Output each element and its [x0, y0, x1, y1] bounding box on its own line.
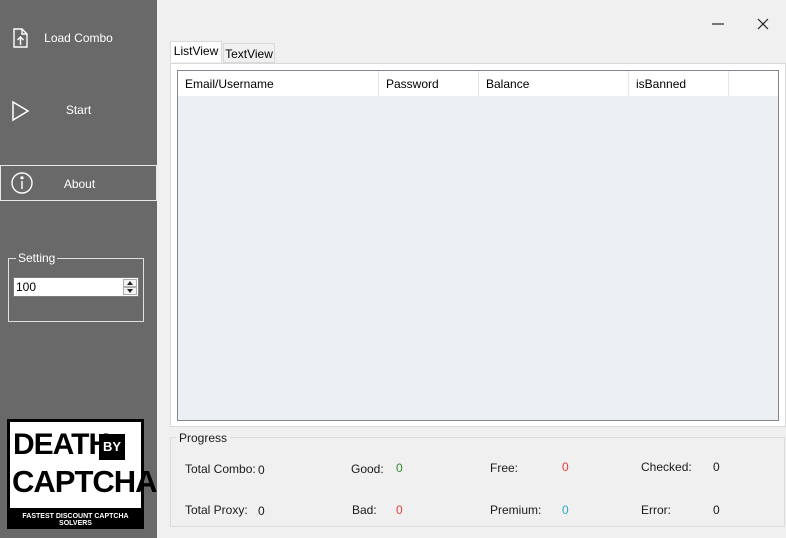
bad-label: Bad:	[352, 503, 377, 517]
column-password[interactable]: Password	[379, 71, 479, 96]
total-combo-label: Total Combo:	[185, 462, 256, 476]
checked-label: Checked:	[641, 460, 692, 474]
listview-header: Email/Username Password Balance isBanned	[178, 71, 778, 96]
logo-line1: DEATH	[13, 428, 110, 461]
sidebar: Load Combo Start About Setting 100 DEATH…	[0, 0, 158, 538]
about-button[interactable]: About	[0, 165, 157, 201]
logo-tagline: FASTEST DISCOUNT CAPTCHA SOLVERS	[22, 513, 129, 527]
start-button[interactable]: Start	[0, 93, 157, 129]
logo-line2: CAPTCHA	[12, 464, 158, 499]
setting-legend: Setting	[16, 251, 58, 265]
caret-down-icon	[127, 289, 133, 293]
error-label: Error:	[641, 503, 671, 517]
total-combo-value: 0	[258, 463, 265, 477]
caret-up-icon	[127, 281, 133, 285]
premium-value: 0	[562, 503, 569, 517]
deathbycaptcha-logo: DEATH BY CAPTCHA FASTEST DISCOUNT CAPTCH…	[7, 419, 158, 529]
setting-value-input[interactable]	[16, 279, 120, 295]
tab-listview[interactable]: ListView	[170, 41, 222, 62]
total-proxy-label: Total Proxy:	[185, 503, 248, 517]
tab-textview-label: TextView	[225, 47, 273, 61]
spin-up-button[interactable]	[123, 279, 137, 287]
minimize-button[interactable]	[706, 12, 730, 36]
close-icon	[757, 18, 769, 30]
logo-by: BY	[99, 434, 125, 460]
about-label: About	[63, 177, 96, 191]
results-listview[interactable]: Email/Username Password Balance isBanned	[177, 70, 779, 421]
spin-down-button[interactable]	[123, 287, 137, 295]
setting-stepper[interactable]	[13, 277, 139, 297]
error-value: 0	[713, 503, 720, 517]
good-value: 0	[396, 461, 403, 475]
premium-label: Premium:	[490, 503, 542, 517]
checked-value: 0	[713, 460, 720, 474]
bad-value: 0	[396, 503, 403, 517]
tab-textview[interactable]: TextView	[223, 43, 275, 63]
minimize-icon	[712, 23, 724, 25]
tab-listview-label: ListView	[173, 44, 219, 58]
total-proxy-value: 0	[258, 504, 265, 518]
free-value: 0	[562, 460, 569, 474]
free-label: Free:	[490, 461, 519, 475]
load-combo-button[interactable]: Load Combo	[0, 20, 157, 56]
load-combo-label: Load Combo	[44, 31, 113, 45]
close-button[interactable]	[751, 12, 775, 36]
column-email[interactable]: Email/Username	[178, 71, 379, 96]
column-balance[interactable]: Balance	[479, 71, 629, 96]
column-isbanned[interactable]: isBanned	[629, 71, 729, 96]
good-label: Good:	[351, 462, 384, 476]
progress-legend: Progress	[176, 431, 231, 445]
start-label: Start	[65, 103, 92, 117]
setting-group: Setting	[8, 251, 144, 322]
